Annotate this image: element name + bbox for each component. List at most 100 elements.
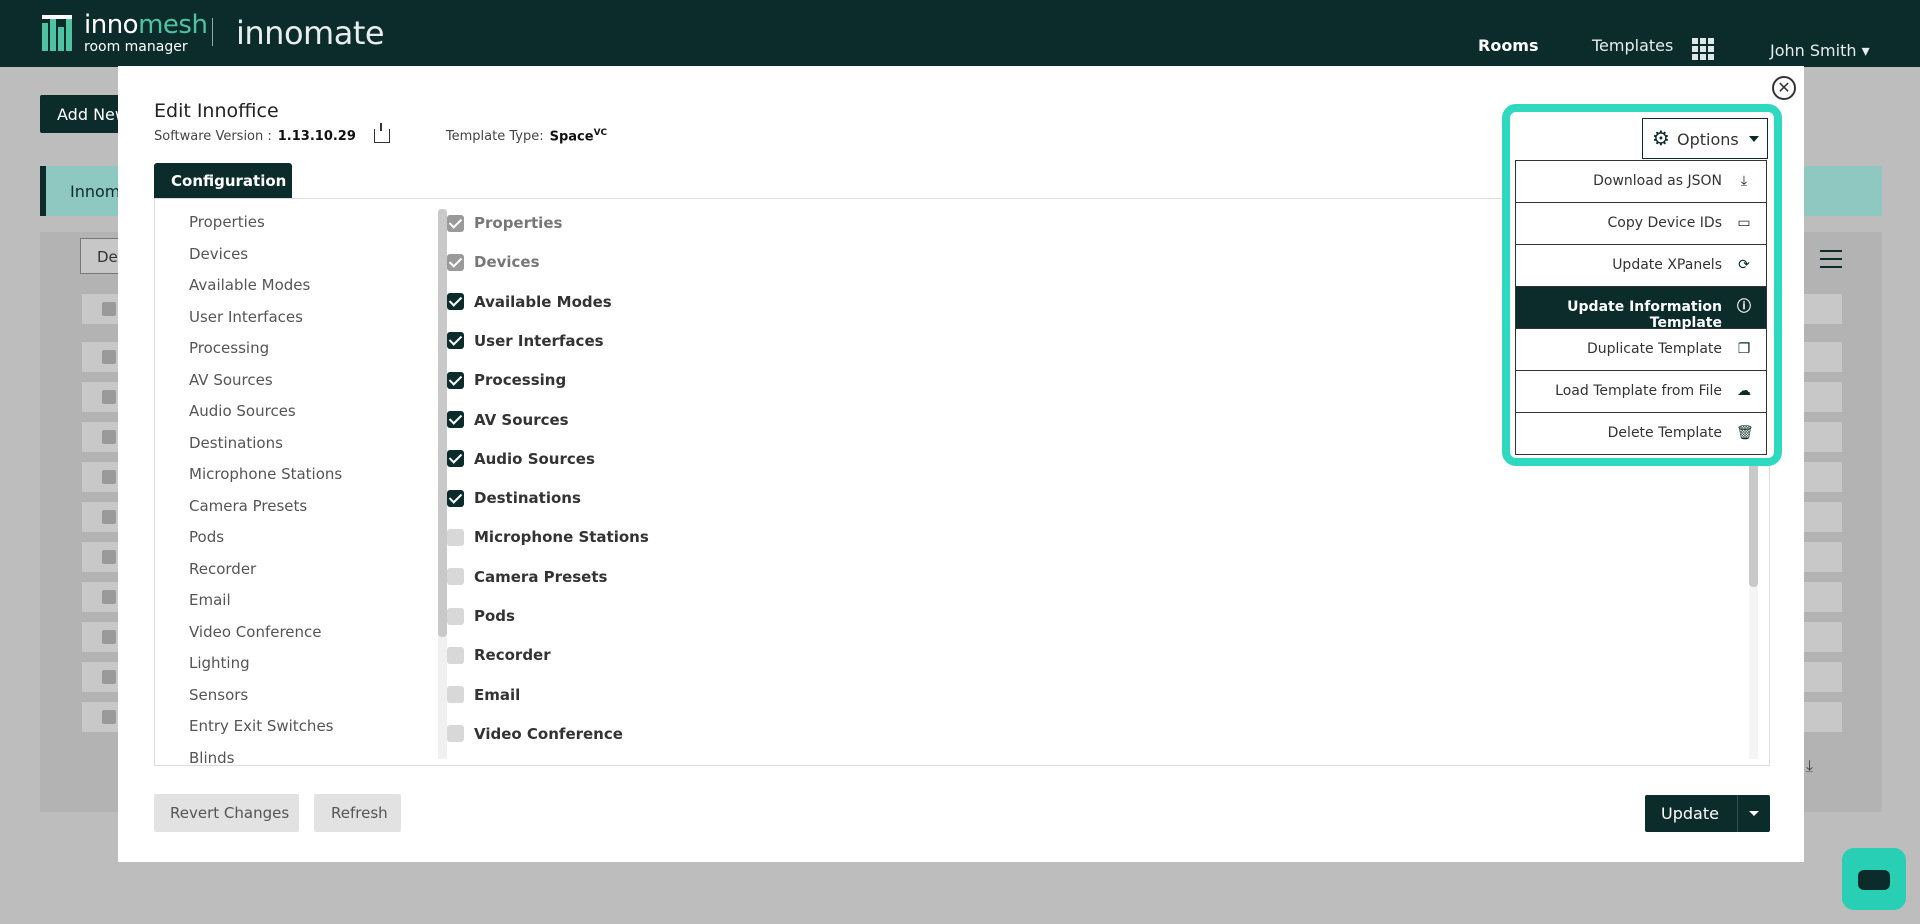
checklist-item-label: Email [474, 685, 521, 704]
menu-item[interactable]: Load Template from File ☁ [1516, 371, 1766, 413]
checklist-item[interactable]: Properties [447, 214, 562, 232]
checklist-item[interactable]: Audio Sources [447, 450, 595, 468]
update-button[interactable]: Update [1645, 795, 1770, 832]
options-button-label: Options [1677, 130, 1739, 149]
checkbox[interactable] [447, 528, 464, 546]
checkbox[interactable] [447, 214, 464, 232]
update-dropdown-icon[interactable] [1749, 811, 1759, 816]
checklist-item[interactable]: AV Sources [447, 411, 569, 429]
section-nav-item[interactable]: Properties [189, 213, 265, 231]
checkbox[interactable] [447, 568, 464, 586]
checklist-item[interactable]: Pods [447, 607, 515, 625]
checklist-item-label: Pods [474, 607, 515, 625]
add-new-button[interactable]: Add New [40, 95, 130, 133]
template-type-sup: VC [593, 128, 608, 138]
user-menu[interactable]: John Smith ▾ [1770, 41, 1870, 60]
section-nav-item[interactable]: Email [189, 591, 231, 609]
checklist-item[interactable]: User Interfaces [447, 332, 604, 350]
checklist-item-label: Recorder [474, 646, 551, 665]
checkbox[interactable] [447, 686, 464, 704]
section-nav-item[interactable]: Microphone Stations [189, 465, 342, 483]
template-type-label: Template Type: [445, 128, 544, 144]
section-nav-item[interactable]: Blinds [189, 749, 234, 766]
innomesh-logo[interactable]: innomesh room manager [42, 10, 208, 55]
menu-item-label: Update XPanels [1612, 257, 1722, 273]
checklist-item[interactable]: Recorder [447, 646, 551, 664]
checklist-item[interactable]: Camera Presets [447, 568, 607, 586]
checkbox[interactable] [447, 450, 464, 468]
checklist-item[interactable]: Processing [447, 371, 566, 389]
section-nav-item[interactable]: Recorder [189, 560, 256, 578]
checklist-item[interactable]: Available Modes [447, 293, 612, 311]
checkbox[interactable] [447, 646, 464, 664]
section-nav-scrollbar[interactable] [438, 209, 447, 759]
section-nav-item[interactable]: Audio Sources [189, 402, 296, 420]
revert-changes-button[interactable]: Revert Changes [154, 794, 299, 832]
software-version: 1.13.10.29 [277, 128, 356, 144]
cloud-upload-icon: ☁ [1737, 383, 1751, 399]
info-icon: ⓘ [1737, 299, 1751, 315]
section-nav-item[interactable]: Video Conference [189, 623, 322, 641]
gear-icon: ⚙ [1652, 126, 1670, 150]
menu-item-label: Duplicate Template [1586, 341, 1722, 357]
checklist-item[interactable]: Destinations [447, 489, 581, 507]
menu-item[interactable]: Duplicate Template ❐ [1516, 329, 1766, 371]
template-meta: Software Version : 1.13.10.29 Template T… [154, 123, 608, 144]
section-nav-item[interactable]: Lighting [189, 654, 250, 672]
logo-subtitle: room manager [84, 39, 188, 55]
checklist-item[interactable]: Microphone Stations [447, 528, 649, 546]
menu-item[interactable]: Download as JSON ⤓ [1516, 161, 1766, 203]
checkbox[interactable] [447, 725, 464, 743]
checklist-item[interactable]: Email [447, 686, 520, 704]
checklist-item-label: Properties [474, 214, 563, 232]
refresh-icon: ⟳ [1738, 257, 1750, 273]
menu-item[interactable]: Delete Template 🗑 [1516, 413, 1766, 455]
section-nav-item[interactable]: Sensors [189, 686, 248, 704]
chat-button[interactable] [1842, 848, 1906, 910]
checklist-item-label: Camera Presets [474, 567, 608, 586]
section-nav: Properties Devices Available Modes User Int… [155, 199, 435, 765]
checkbox[interactable] [447, 371, 464, 389]
checkbox[interactable] [447, 489, 464, 507]
section-nav-item[interactable]: Entry Exit Switches [189, 717, 334, 735]
logo-text-bold: inno [84, 10, 139, 40]
section-nav-item[interactable]: AV Sources [189, 371, 273, 389]
checkbox[interactable] [447, 411, 464, 428]
download-icon[interactable]: ⤓ [1806, 756, 1813, 776]
section-nav-item[interactable]: Pods [189, 528, 224, 546]
checkbox[interactable] [447, 332, 464, 350]
nav-rooms[interactable]: Rooms [1478, 36, 1539, 55]
section-nav-item[interactable]: Devices [189, 245, 248, 263]
checklist-item[interactable]: Video Conference [447, 725, 623, 743]
checklist-icon[interactable] [1820, 250, 1842, 268]
options-button[interactable]: ⚙ Options [1642, 118, 1768, 159]
section-nav-item[interactable]: Available Modes [189, 276, 310, 294]
checklist-item-label: Processing [474, 371, 567, 390]
apps-grid-icon[interactable] [1692, 38, 1714, 60]
menu-item-label: Load Template from File [1555, 383, 1722, 399]
checklist-item-label: AV Sources [474, 410, 569, 429]
checklist-item-label: Devices [474, 253, 540, 272]
chevron-down-icon [1749, 136, 1759, 142]
section-nav-item[interactable]: User Interfaces [189, 308, 303, 326]
checklist-item[interactable]: Devices [447, 253, 540, 271]
checkbox[interactable] [447, 253, 464, 271]
menu-item[interactable]: Update XPanels ⟳ [1516, 245, 1766, 287]
modal-title: Edit Innoffice [154, 100, 279, 122]
checkbox[interactable] [447, 607, 464, 625]
download-version-icon[interactable] [373, 123, 390, 144]
refresh-button[interactable]: Refresh [314, 794, 401, 832]
close-icon[interactable]: ✕ [1772, 76, 1796, 100]
checkbox[interactable] [447, 293, 464, 311]
nav-templates[interactable]: Templates [1592, 36, 1673, 55]
menu-item-label: Update Information Template [1567, 299, 1722, 331]
logo-divider [212, 18, 213, 46]
menu-item[interactable]: Update Information Template ⓘ [1516, 287, 1766, 331]
menu-item-label: Delete Template [1607, 425, 1722, 441]
section-nav-item[interactable]: Destinations [189, 434, 283, 452]
section-nav-item[interactable]: Processing [189, 339, 269, 357]
logo-text-accent: mesh [138, 10, 208, 40]
tab-configuration[interactable]: Configuration [154, 163, 292, 199]
menu-item[interactable]: Copy Device IDs ▭ [1516, 203, 1766, 245]
section-nav-item[interactable]: Camera Presets [189, 497, 307, 515]
